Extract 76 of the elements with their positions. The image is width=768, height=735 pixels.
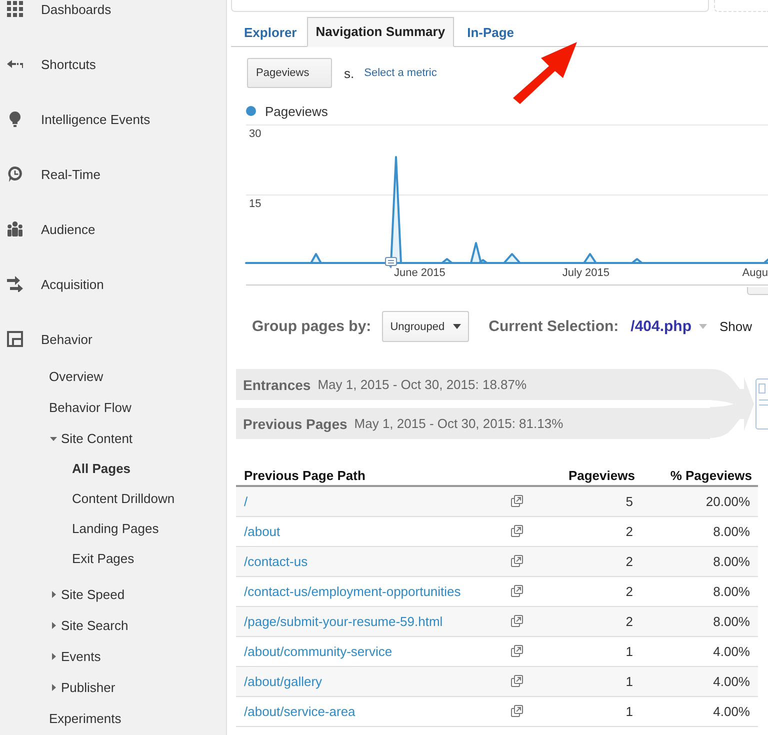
table-cell: 2: [530, 606, 641, 636]
table-cell: 2: [530, 576, 641, 606]
table-cell: 8.00%: [640, 546, 758, 576]
select-metric-link[interactable]: Select a metric: [364, 67, 437, 79]
table-cell: 1: [530, 666, 641, 696]
group-label: Group pages by:: [252, 318, 372, 335]
page-path-link[interactable]: /contact-us/employment-opportunities: [244, 584, 461, 598]
nav-item[interactable]: Real-Time: [0, 146, 226, 202]
x-axis-label: July 2015: [562, 267, 610, 279]
table-cell: 20.00%: [640, 486, 758, 516]
nav-item[interactable]: Intelligence Events: [0, 92, 226, 146]
table-cell: 1: [530, 636, 641, 666]
y-axis-label: 15: [249, 198, 262, 210]
external-link-icon: [510, 585, 523, 597]
table-cell: 2: [530, 546, 641, 576]
flow-title: Entrances: [243, 376, 311, 392]
show-label: Show: [720, 319, 752, 334]
caret-icon: [698, 324, 707, 329]
table-cell: 4.00%: [640, 666, 758, 696]
tab[interactable]: Navigation Summary: [306, 17, 454, 47]
table-cell: 8.00%: [640, 516, 758, 546]
tab[interactable]: In-Page: [454, 19, 528, 46]
nav-item[interactable]: Experiments: [0, 702, 226, 734]
nav-item[interactable]: Audience: [0, 202, 226, 256]
page-path-link[interactable]: /about/service-area: [244, 704, 356, 718]
page-path-link[interactable]: /contact-us: [244, 554, 308, 568]
table-cell: 2: [530, 516, 641, 546]
nav-item[interactable]: Exit Pages: [0, 544, 226, 574]
selection-link[interactable]: /404.php: [630, 318, 692, 335]
nav-item[interactable]: Shortcuts: [0, 36, 226, 92]
metric-button[interactable]: Pageviews: [247, 58, 332, 88]
table-cell: 4.00%: [640, 696, 758, 726]
flow-detail: May 1, 2015 - Oct 30, 2015: 18.87%: [318, 377, 527, 392]
lightbulb-icon: [7, 111, 23, 127]
page-path-link[interactable]: /about: [244, 524, 280, 538]
external-link-icon: [510, 525, 523, 537]
legend-label: Pageviews: [265, 104, 328, 118]
external-link-icon: [510, 705, 523, 717]
selection-label: Current Selection:: [488, 318, 619, 335]
page-path-link[interactable]: /about/community-service: [244, 644, 392, 658]
x-axis-label: June 2015: [394, 267, 446, 279]
table-cell: 8.00%: [640, 606, 758, 636]
annotation-icon: [385, 257, 397, 269]
nav-item[interactable]: Acquisition: [0, 256, 226, 312]
grid-icon: [7, 1, 23, 17]
nav-label[interactable]: Site Search: [61, 610, 128, 640]
table-cell: 5: [530, 486, 641, 516]
table-cell: 4.00%: [640, 636, 758, 666]
nav-label[interactable]: Events: [61, 640, 101, 672]
table-cell: 8.00%: [640, 576, 758, 606]
tab[interactable]: Explorer: [231, 19, 307, 46]
versus-label: s.: [344, 66, 354, 80]
nav-label[interactable]: Site Content: [61, 422, 133, 454]
nav-item[interactable]: All Pages: [0, 454, 226, 484]
nav-item[interactable]: Behavior Flow: [0, 392, 226, 422]
group-dropdown[interactable]: Ungrouped: [382, 311, 469, 342]
page-path-link[interactable]: /: [244, 494, 248, 509]
flow-title: Previous Pages: [243, 416, 348, 432]
nav-label[interactable]: Publisher: [61, 672, 116, 702]
legend-dot: [246, 106, 256, 116]
people-icon: [7, 221, 23, 237]
page-icon: [756, 378, 768, 430]
table-cell: 1: [530, 696, 641, 726]
clock-icon: [7, 166, 23, 182]
page-path-link[interactable]: /about/gallery: [244, 674, 322, 688]
nav-item[interactable]: Landing Pages: [0, 514, 226, 544]
y-axis-label: 30: [249, 128, 262, 140]
layout-icon: [7, 331, 23, 347]
nav-item[interactable]: Dashboards: [0, 0, 226, 36]
nav-label[interactable]: Site Speed: [61, 578, 125, 610]
x-axis-label: Augu: [742, 267, 768, 279]
nav-item[interactable]: Content Drilldown: [0, 484, 226, 514]
external-link-icon: [510, 645, 523, 657]
caret-icon: [452, 324, 461, 329]
swap-arrows-icon: [7, 276, 23, 292]
flow-detail: May 1, 2015 - Oct 30, 2015: 81.13%: [354, 416, 564, 431]
